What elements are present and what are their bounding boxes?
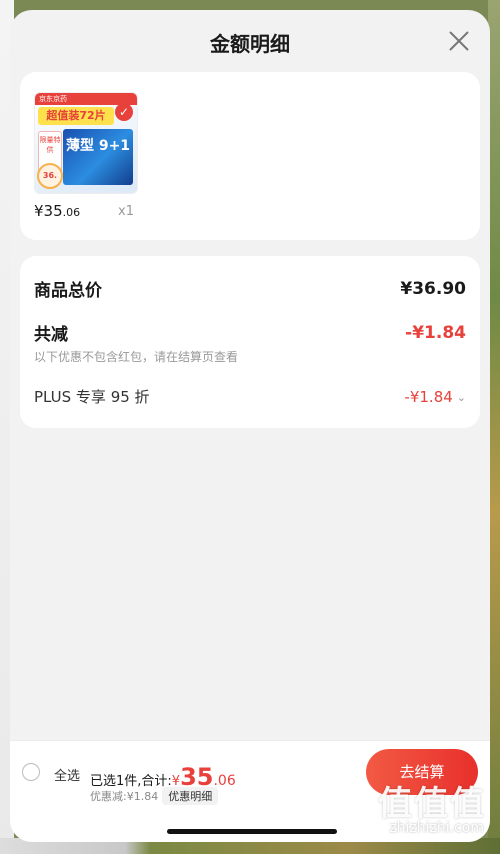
plus-value-group: -¥1.84 ⌄ — [404, 387, 466, 406]
price-badge: 36. — [37, 163, 63, 189]
discount-amount: 优惠减:¥1.84 — [90, 790, 159, 803]
amount-detail-sheet: 金额明细 京东京药 超值装72片 ✓ 限量特供 薄型 9+1 36. ¥35.0… — [10, 10, 490, 842]
product-box: 薄型 9+1 — [63, 129, 133, 185]
select-all-label[interactable]: 全选 — [54, 765, 80, 784]
reduce-value: -¥1.84 — [405, 322, 466, 343]
select-all-checkbox[interactable] — [22, 763, 40, 781]
close-icon[interactable] — [448, 30, 470, 52]
price-decimal: .06 — [62, 206, 81, 219]
plus-value: -¥1.84 — [404, 388, 453, 406]
total-label: 商品总价 — [34, 281, 102, 301]
discount-detail-button[interactable]: 优惠明细 — [162, 787, 219, 805]
reduce-row: 共减 -¥1.84 — [34, 320, 466, 346]
product-quantity: x1 — [118, 204, 134, 219]
sheet-title: 金额明细 — [210, 32, 290, 56]
total-row: 商品总价 ¥36.90 — [34, 276, 466, 302]
watermark: 值值值 zhizhizhi.com — [342, 776, 492, 848]
home-indicator — [167, 829, 337, 834]
sheet-header: 金额明细 — [10, 10, 490, 72]
plus-label: PLUS 专享 95 折 — [34, 388, 150, 406]
product-card: 京东京药 超值装72片 ✓ 限量特供 薄型 9+1 36. ¥35.06 x1 — [20, 72, 480, 240]
discount-summary: 优惠减:¥1.84 优惠明细 — [90, 787, 219, 805]
reduce-note: 以下优惠不包含红包，请在结算页查看 — [34, 350, 239, 364]
reduce-label: 共减 — [34, 325, 68, 345]
plus-discount-row[interactable]: PLUS 专享 95 折 -¥1.84 ⌄ — [34, 386, 466, 407]
chevron-down-icon[interactable]: ⌄ — [457, 391, 466, 404]
image-slogan: 超值装72片 — [38, 107, 114, 125]
watermark-logo: 值值值 — [378, 784, 486, 824]
price-integer: ¥35 — [34, 202, 63, 220]
price-detail-card: 商品总价 ¥36.90 共减 -¥1.84 以下优惠不包含红包，请在结算页查看 … — [20, 256, 480, 428]
product-price: ¥35.06 — [34, 202, 80, 220]
total-value: ¥36.90 — [400, 278, 466, 299]
check-icon: ✓ — [115, 103, 133, 121]
watermark-text: zhizhizhi.com — [389, 820, 484, 836]
product-image[interactable]: 京东京药 超值装72片 ✓ 限量特供 薄型 9+1 36. — [34, 92, 138, 194]
